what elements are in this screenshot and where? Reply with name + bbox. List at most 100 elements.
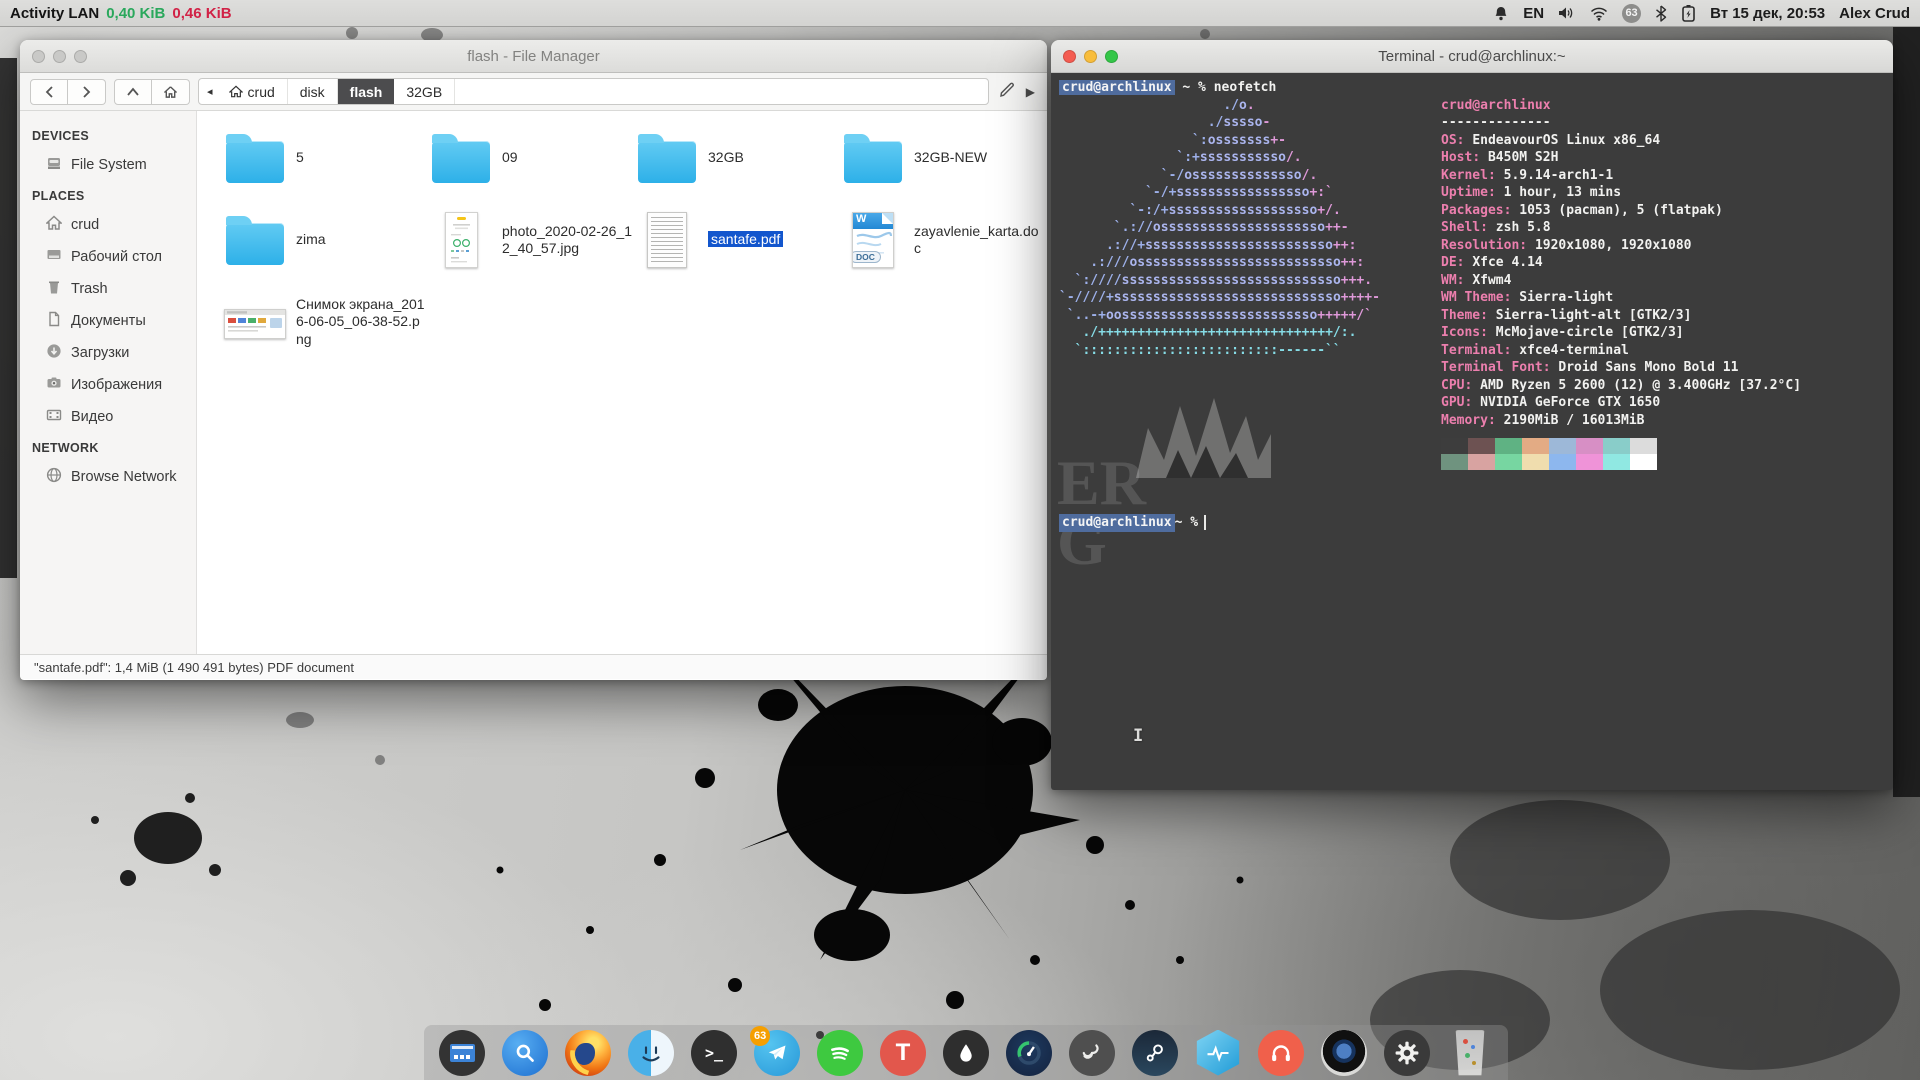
breadcrumb-scroll-right[interactable]: ▶ (1024, 85, 1037, 99)
dock-item-file-search[interactable] (502, 1030, 548, 1076)
dock-item-camera-app[interactable] (1321, 1030, 1367, 1076)
dock-item-audio-app[interactable] (1258, 1030, 1304, 1076)
file-manager-toolbar: ◂ cruddiskflash32GB ▶ (20, 73, 1047, 111)
palette-color-swatch (1441, 438, 1468, 454)
file-item-folder[interactable]: zima (223, 209, 429, 271)
dock-item-text-editor[interactable]: T (880, 1030, 926, 1076)
palette-color-swatch (1576, 454, 1603, 470)
network-tx-value: 0,46 KiB (172, 5, 231, 22)
neofetch-info-row: Theme: Sierra-light-alt [GTK2/3] (1441, 307, 1801, 325)
file-item-doc[interactable]: WDOCzayavlenie_karta.doc (841, 209, 1047, 271)
file-item-folder[interactable]: 32GB-NEW (841, 127, 1047, 189)
water-drop-icon (955, 1041, 977, 1065)
home-icon (229, 85, 243, 98)
clock[interactable]: Вт 15 дек, 20:53 (1710, 5, 1825, 22)
file-name: 32GB-NEW (914, 149, 987, 167)
dock-item-firefox[interactable] (565, 1030, 611, 1076)
dock-item-terminal[interactable]: >_ (691, 1030, 737, 1076)
minimize-button[interactable] (1084, 50, 1097, 63)
sidebar-section-places: PLACES (20, 181, 196, 209)
dock-item-file-manager[interactable] (628, 1030, 674, 1076)
sidebar-item-video[interactable]: Видео (20, 401, 196, 433)
document-icon (46, 311, 62, 331)
terminal-window: Terminal - crud@archlinux:~ ERG crud@arc… (1051, 40, 1893, 790)
sidebar-item-trash[interactable]: Trash (20, 273, 196, 305)
close-button[interactable] (1063, 50, 1076, 63)
network-rx-value: 0,40 KiB (106, 5, 165, 22)
neofetch-info-row: CPU: AMD Ryzen 5 2600 (12) @ 3.400GHz [3… (1441, 377, 1801, 395)
breadcrumb-item-disk[interactable]: disk (288, 79, 338, 104)
volume-icon[interactable] (1558, 5, 1576, 21)
toggle-path-entry-icon[interactable] (999, 81, 1016, 103)
forward-button[interactable] (68, 79, 106, 105)
neofetch-info-row: Resolution: 1920x1080, 1920x1080 (1441, 237, 1801, 255)
file-item-folder[interactable]: 5 (223, 127, 429, 189)
typed-command: neofetch (1214, 80, 1277, 95)
breadcrumb-item-crud[interactable]: crud (217, 79, 288, 104)
dock-item-spotify[interactable] (817, 1030, 863, 1076)
back-button[interactable] (30, 79, 68, 105)
png-thumbnail (224, 309, 286, 339)
sidebar-item-home[interactable]: crud (20, 209, 196, 241)
messages-count-badge[interactable]: 63 (1622, 4, 1641, 23)
sidebar-item-label: Изображения (71, 377, 162, 393)
file-list[interactable]: 50932GB 32GB-NEW zimaphoto_2020-02-26_12_4… (197, 111, 1047, 654)
mouse-ibeam-cursor: I (1133, 728, 1143, 746)
notifications-bell-icon[interactable] (1493, 5, 1509, 22)
sidebar-item-desktop[interactable]: Рабочий стол (20, 241, 196, 273)
file-item-folder[interactable]: 09 (429, 127, 635, 189)
maximize-button[interactable] (1105, 50, 1118, 63)
breadcrumb-item-flash[interactable]: flash (338, 79, 395, 104)
up-button[interactable] (114, 79, 152, 105)
sidebar-item-download[interactable]: Загрузки (20, 337, 196, 369)
dock-item-hardware-monitor[interactable] (1195, 1030, 1241, 1076)
file-item-folder[interactable]: 32GB (635, 127, 841, 189)
bluetooth-icon[interactable] (1655, 5, 1667, 22)
dock-item-show-desktop[interactable] (439, 1030, 485, 1076)
gear-icon (1393, 1039, 1421, 1067)
power-battery-icon[interactable] (1681, 4, 1696, 23)
terminal-titlebar[interactable]: Terminal - crud@archlinux:~ (1051, 40, 1893, 73)
user-menu[interactable]: Alex Crud (1839, 5, 1910, 22)
palette-color-swatch (1468, 454, 1495, 470)
maximize-button[interactable] (74, 50, 87, 63)
sidebar-item-document[interactable]: Документы (20, 305, 196, 337)
dock-item-settings[interactable] (1384, 1030, 1430, 1076)
file-name: Снимок экрана_2016-06-05_06-38-52.png (296, 296, 426, 349)
network-icon (46, 467, 62, 487)
sidebar-section-network: NETWORK (20, 433, 196, 461)
dock-item-steam[interactable] (1132, 1030, 1178, 1076)
breadcrumb-item-32GB[interactable]: 32GB (394, 79, 455, 104)
keyboard-layout-indicator[interactable]: EN (1523, 5, 1544, 22)
trash-icon (46, 279, 62, 299)
close-button[interactable] (32, 50, 45, 63)
palette-color-swatch (1549, 438, 1576, 454)
paper-plane-icon (765, 1041, 789, 1065)
prompt-line: crud@archlinux ~ % neofetch (1059, 79, 1885, 97)
dock-item-telegram[interactable]: 63 (754, 1030, 800, 1076)
terminal-body[interactable]: ERG crud@archlinux ~ % neofetch ./o. ./s… (1051, 73, 1893, 790)
breadcrumb-scroll-left[interactable]: ◂ (199, 85, 217, 98)
home-button[interactable] (152, 79, 190, 105)
desktop-icon (46, 247, 62, 267)
sidebar-item-image[interactable]: Изображения (20, 369, 196, 401)
neofetch-ascii-art: ./o. ./sssso- `:osssssss+- `:+ssssssssss… (1059, 97, 1441, 471)
file-item-pdf[interactable]: santafe.pdf (635, 209, 841, 271)
file-manager-titlebar[interactable]: flash - File Manager (20, 40, 1047, 73)
wifi-icon[interactable] (1590, 6, 1608, 21)
neofetch-divider: -------------- (1441, 114, 1801, 132)
dock-item-spiral-app[interactable] (1069, 1030, 1115, 1076)
sidebar-item-network[interactable]: Browse Network (20, 461, 196, 493)
minimize-button[interactable] (53, 50, 66, 63)
dock: >_ 63 T (424, 1025, 1508, 1080)
palette-color-swatch (1468, 438, 1495, 454)
file-item-screenshot[interactable]: Снимок экрана_2016-06-05_06-38-52.png (223, 291, 429, 353)
image-icon (46, 375, 62, 395)
dock-item-system-monitor[interactable] (1006, 1030, 1052, 1076)
dock-item-water-drop-app[interactable] (943, 1030, 989, 1076)
dock-item-trash[interactable] (1447, 1030, 1493, 1076)
file-item-image[interactable]: photo_2020-02-26_12_40_57.jpg (429, 209, 635, 271)
folder-icon (844, 141, 902, 183)
prompt-glyph: >_ (705, 1044, 723, 1062)
sidebar-item-drive[interactable]: File System (20, 149, 196, 181)
